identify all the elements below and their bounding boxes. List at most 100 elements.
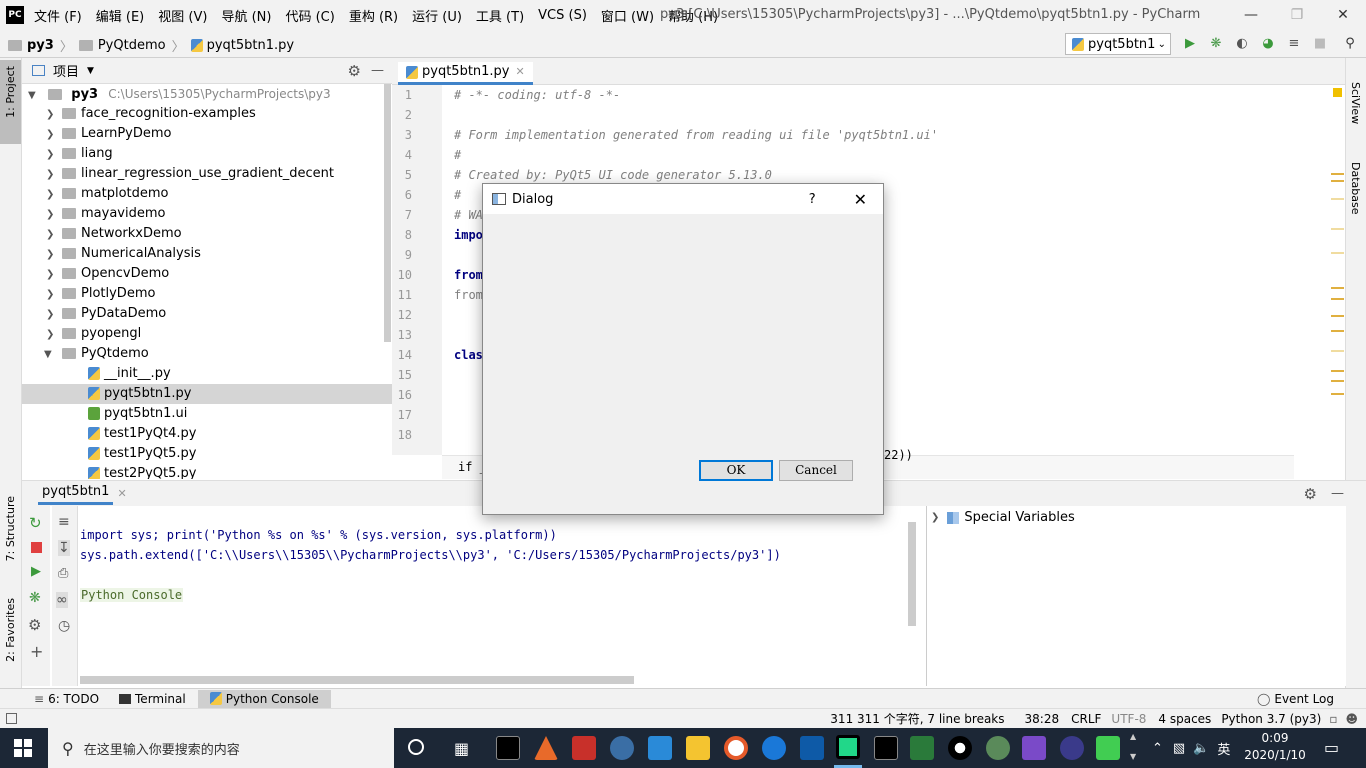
gear-icon[interactable]: ⚙ — [348, 62, 361, 80]
task-view-icon[interactable]: ▦ — [454, 739, 469, 758]
breadcrumb-py3[interactable]: py3 — [27, 38, 54, 53]
volume-icon[interactable]: 🔈 — [1193, 741, 1209, 756]
sciview-tool-tab[interactable]: SciView — [1349, 82, 1362, 124]
tray-chevron-icon[interactable]: ⌃ — [1152, 741, 1163, 756]
clock[interactable]: 0:09 2020/1/10 — [1240, 730, 1310, 764]
soft-wrap-icon[interactable]: ≡ — [58, 514, 70, 530]
history-icon[interactable]: ◷ — [58, 618, 70, 634]
maximize-icon[interactable]: ❐ — [1274, 0, 1320, 30]
editor-tab[interactable]: pyqt5btn1.py ✕ — [398, 62, 533, 85]
tree-folder[interactable]: ❯ OpencvDemo — [22, 264, 392, 284]
ime-indicator[interactable]: 英 — [1217, 739, 1230, 758]
project-view-label[interactable]: 项目 — [53, 61, 79, 80]
profile-icon[interactable]: ◕ — [1260, 36, 1276, 52]
tree-file[interactable]: test2PyQt5.py — [22, 464, 392, 479]
marker[interactable] — [1331, 380, 1344, 382]
close-icon[interactable]: ✕ — [854, 190, 867, 209]
tree-file[interactable]: test1PyQt4.py — [22, 424, 392, 444]
cmd-taskbar-icon[interactable] — [496, 736, 520, 760]
tree-folder[interactable]: ❯ PyDataDemo — [22, 304, 392, 324]
marker[interactable] — [1331, 287, 1344, 289]
chevron-down-icon[interactable]: ▼ — [87, 66, 94, 76]
tree-file[interactable]: test1PyQt5.py — [22, 444, 392, 464]
cortana-icon[interactable] — [408, 739, 424, 755]
tree-file[interactable]: __init__.py — [22, 364, 392, 384]
database-tool-tab[interactable]: Database — [1349, 162, 1362, 215]
status-toggle-icon[interactable] — [6, 713, 17, 724]
app-taskbar-icon[interactable] — [724, 736, 748, 760]
tree-folder[interactable]: ❯ linear_regression_use_gradient_decent — [22, 164, 392, 184]
tree-folder[interactable]: ❯ pyopengl — [22, 324, 392, 344]
file-explorer-taskbar-icon[interactable] — [686, 736, 710, 760]
print-icon[interactable]: ⎙ — [58, 566, 68, 581]
rerun-icon[interactable]: ↻ — [29, 514, 42, 532]
minimize-icon[interactable]: — — [1228, 0, 1274, 30]
tree-folder[interactable]: ❯ PlotlyDemo — [22, 284, 392, 304]
lock-icon[interactable]: ▫ — [1329, 712, 1337, 726]
hide-panel-icon[interactable]: — — [1331, 486, 1344, 501]
status-interpreter[interactable]: Python 3.7 (py3) — [1221, 712, 1321, 726]
debug-icon[interactable]: ❋ — [29, 590, 41, 606]
menu-vcs[interactable]: VCS (S) — [538, 8, 587, 23]
taskbar-search[interactable]: ⚲ 在这里输入你要搜索的内容 — [48, 728, 394, 768]
breadcrumb-pyqtdemo[interactable]: PyQtdemo — [98, 38, 166, 53]
tree-folder[interactable]: ❯ matplotdemo — [22, 184, 392, 204]
tree-scrollbar[interactable] — [384, 84, 391, 342]
eclipse-taskbar-icon[interactable] — [1060, 736, 1084, 760]
cancel-button[interactable]: Cancel — [779, 460, 853, 481]
run-config-select[interactable]: pyqt5btn1 ⌄ — [1065, 33, 1171, 55]
pycharm-taskbar-icon[interactable] — [836, 735, 860, 759]
status-encoding[interactable]: UTF-8 — [1111, 712, 1146, 726]
status-eol[interactable]: CRLF — [1071, 712, 1101, 726]
favorites-tool-tab[interactable]: 2: Favorites — [4, 598, 17, 662]
menu-run[interactable]: 运行 (U) — [412, 6, 462, 25]
visual-studio-taskbar-icon[interactable] — [1022, 736, 1046, 760]
debug-icon[interactable]: ❋ — [1208, 36, 1224, 52]
tree-file[interactable]: pyqt5btn1.ui — [22, 404, 392, 424]
edge-taskbar-icon[interactable] — [762, 736, 786, 760]
marker[interactable] — [1331, 198, 1344, 200]
tree-folder[interactable]: ❯ mayavidemo — [22, 204, 392, 224]
marker[interactable] — [1331, 350, 1344, 352]
tree-folder[interactable]: ❯ liang — [22, 144, 392, 164]
event-log-tab[interactable]: Event Log — [1274, 692, 1334, 706]
marker[interactable] — [1331, 180, 1344, 182]
app-taskbar-icon[interactable] — [910, 736, 934, 760]
scroll-to-end-icon[interactable]: ↧ — [58, 540, 70, 556]
project-tool-tab[interactable]: 1: Project — [4, 66, 17, 118]
console-hscrollbar[interactable] — [80, 676, 634, 684]
concurrency-icon[interactable]: ≡ — [1286, 36, 1302, 52]
coverage-icon[interactable]: ◐ — [1234, 36, 1250, 52]
windows-start-icon[interactable] — [14, 739, 32, 757]
help-button[interactable]: ? — [809, 192, 816, 207]
status-position[interactable]: 38:28 — [1025, 712, 1060, 726]
app-taskbar-icon[interactable] — [948, 736, 972, 760]
tree-folder-expanded[interactable]: ▼ PyQtdemo — [22, 344, 392, 364]
show-variables-icon[interactable]: ∞ — [56, 592, 68, 608]
terminal-taskbar-icon[interactable] — [874, 736, 898, 760]
network-icon[interactable]: ▧ — [1173, 741, 1185, 756]
close-tab-icon[interactable]: ✕ — [117, 487, 126, 500]
add-icon[interactable]: + — [30, 642, 43, 661]
taskbar-scroll-icon[interactable]: ▲ ▼ — [1130, 732, 1140, 764]
status-indent[interactable]: 4 spaces — [1158, 712, 1211, 726]
tree-folder[interactable]: ❯ LearnPyDemo — [22, 124, 392, 144]
powershell-taskbar-icon[interactable] — [800, 736, 824, 760]
menu-code[interactable]: 代码 (C) — [285, 6, 334, 25]
notification-icon[interactable]: ▭ — [1324, 738, 1339, 757]
hide-panel-icon[interactable]: — — [371, 63, 384, 78]
menu-view[interactable]: 视图 (V) — [158, 6, 207, 25]
marker[interactable] — [1331, 252, 1344, 254]
marker[interactable] — [1331, 173, 1344, 175]
todo-tab[interactable]: 6: TODO — [48, 692, 99, 706]
special-variables-row[interactable]: ❯ Special Variables — [931, 510, 1075, 525]
menu-tools[interactable]: 工具 (T) — [476, 6, 524, 25]
vscode-taskbar-icon[interactable] — [648, 736, 672, 760]
tree-root[interactable]: ▼ py3 C:\Users\15305\PycharmProjects\py3 — [22, 84, 392, 104]
marker[interactable] — [1331, 315, 1344, 317]
python-console[interactable]: import sys; print('Python %s on %s' % (s… — [78, 506, 920, 686]
stop-icon[interactable]: ■ — [1312, 36, 1328, 52]
search-everywhere-icon[interactable]: ⚲ — [1342, 36, 1358, 52]
tree-folder[interactable]: ❯ NumericalAnalysis — [22, 244, 392, 264]
ok-button[interactable]: OK — [699, 460, 773, 481]
